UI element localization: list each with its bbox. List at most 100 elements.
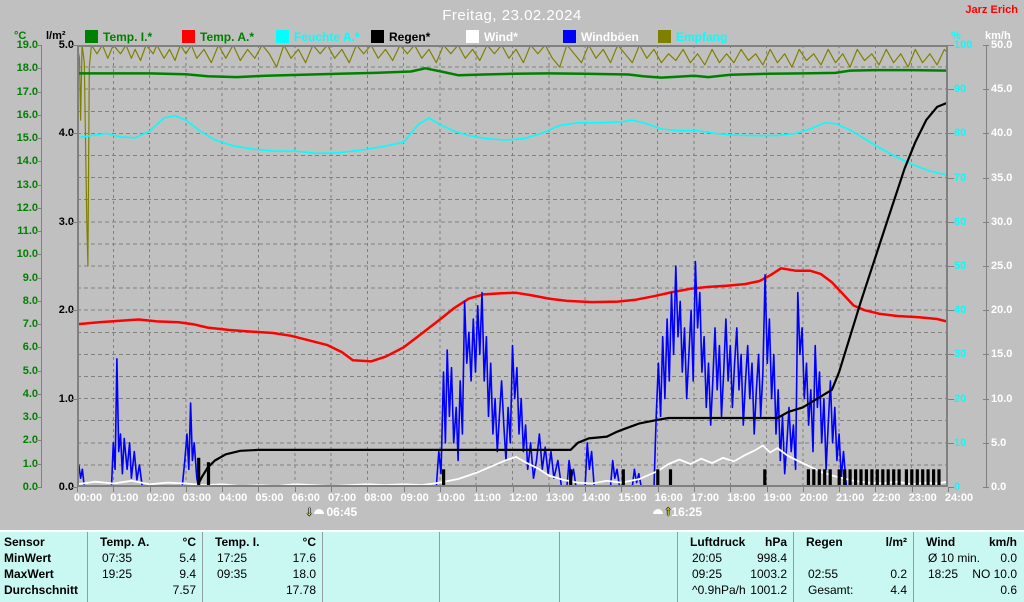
temp-axis-tick xyxy=(36,278,42,279)
table-row-label: Sensor xyxy=(4,535,45,549)
time-axis-tick xyxy=(77,487,78,492)
rain-event-bar xyxy=(892,469,895,487)
table-cell-value: 998.4 xyxy=(757,551,787,565)
time-axis-tick-label: 04:00 xyxy=(219,492,247,504)
temp-axis-tick xyxy=(36,371,42,372)
legend-label: Feuchte A.* xyxy=(294,30,360,44)
legend-item: Empfang xyxy=(658,29,753,43)
temp-axis-tick xyxy=(36,394,42,395)
rain-event-bar xyxy=(927,469,930,487)
time-axis-tick xyxy=(150,487,151,492)
wind-axis-tick-label: 20.0 xyxy=(991,304,1012,316)
table-column-unit: °C xyxy=(183,535,196,549)
time-axis-tick xyxy=(948,487,949,492)
time-axis-tick-label: 14:00 xyxy=(582,492,610,504)
temp-axis-tick-label: 8.0 xyxy=(0,295,38,307)
table-cell-time: Ø 10 min. xyxy=(928,551,980,565)
humidity-axis-tick xyxy=(948,89,954,90)
time-axis-tick-label: 02:00 xyxy=(147,492,175,504)
legend-swatch-temp-i- xyxy=(85,30,98,43)
wind-axis-tick xyxy=(983,266,989,267)
temp-axis-tick xyxy=(36,254,42,255)
rain-event-bar xyxy=(854,469,857,487)
page-title: Freitag, 23.02.2024 xyxy=(0,7,1024,24)
table-cell-time: 17:25 xyxy=(217,551,247,565)
temp-axis-tick xyxy=(36,45,42,46)
station-owner-name: Jarz Erich xyxy=(965,4,1018,16)
temp-axis-tick xyxy=(36,487,42,488)
time-axis-tick xyxy=(839,487,840,492)
time-axis-tick-label: 21:00 xyxy=(836,492,864,504)
temp-axis-tick xyxy=(36,301,42,302)
legend-label: Temp. I.* xyxy=(103,30,152,44)
table-cell-time: ^0.9hPa/h xyxy=(692,583,746,597)
wind-axis-tick-label: 15.0 xyxy=(991,348,1012,360)
temp-axis-tick-label: 15.0 xyxy=(0,132,38,144)
humidity-axis-tick xyxy=(948,310,954,311)
humidity-axis-tick-label: 80 xyxy=(954,127,966,139)
temp-axis-line xyxy=(41,45,42,487)
legend-item: Wind* xyxy=(466,29,561,43)
sunrise-arrow-icon: ↓ xyxy=(306,503,313,518)
temp-axis-tick xyxy=(36,185,42,186)
table-row-label: Durchschnitt xyxy=(4,583,78,597)
wind-axis-tick xyxy=(983,45,989,46)
table-cell-time: 09:35 xyxy=(217,567,247,581)
table-column-unit: °C xyxy=(303,535,316,549)
legend-item: Regen* xyxy=(371,29,466,43)
temp-axis-tick xyxy=(36,464,42,465)
time-axis-tick xyxy=(730,487,731,492)
time-axis-tick xyxy=(404,487,405,492)
legend-item: Feuchte A.* xyxy=(276,29,371,43)
weather-chart-screen: Freitag, 23.02.2024 Jarz Erich °C l/m² %… xyxy=(0,0,1024,600)
temp-axis-tick-label: 18.0 xyxy=(0,62,38,74)
table-cell-value: 4.4 xyxy=(890,583,907,597)
temp-axis-tick xyxy=(36,440,42,441)
rain-event-bar xyxy=(937,469,940,487)
legend-swatch-feuchte-a- xyxy=(276,30,289,43)
rain-event-bar xyxy=(905,469,908,487)
rain-event-bar xyxy=(859,469,862,487)
wind-axis-tick-label: 5.0 xyxy=(991,437,1006,449)
humidity-axis-tick-label: 50 xyxy=(954,260,966,272)
sunset-marker: ↑16:25 xyxy=(651,504,702,520)
time-axis-tick xyxy=(186,487,187,492)
temp-axis-tick xyxy=(36,161,42,162)
time-axis-tick xyxy=(875,487,876,492)
table-cell-value: 0.6 xyxy=(1000,583,1017,597)
sun-horizon-icon xyxy=(314,509,324,514)
humidity-axis-tick-label: 20 xyxy=(954,393,966,405)
time-axis-tick xyxy=(513,487,514,492)
temp-axis-tick-label: 2.0 xyxy=(0,434,38,446)
rain-event-bar xyxy=(932,469,935,487)
temp-axis-tick-label: 17.0 xyxy=(0,86,38,98)
humidity-axis-tick xyxy=(948,45,954,46)
rain-event-bar xyxy=(197,458,200,487)
temp-axis-tick-label: 13.0 xyxy=(0,179,38,191)
time-axis-tick-label: 08:00 xyxy=(364,492,392,504)
rain-event-bar xyxy=(916,469,919,487)
time-axis-tick xyxy=(440,487,441,492)
temp-axis-tick xyxy=(36,68,42,69)
time-axis-tick-label: 03:00 xyxy=(183,492,211,504)
rain-event-bar xyxy=(656,469,659,487)
rain-event-bar xyxy=(921,469,924,487)
humidity-axis-tick-label: 70 xyxy=(954,172,966,184)
sunset-time: 16:25 xyxy=(671,505,702,519)
wind-axis-tick-label: 25.0 xyxy=(991,260,1012,272)
humidity-axis-tick xyxy=(948,133,954,134)
temp-axis-tick-label: 9.0 xyxy=(0,272,38,284)
wind-axis-tick xyxy=(983,399,989,400)
table-cell-time: 20:05 xyxy=(692,551,722,565)
rain-event-bar xyxy=(807,469,810,487)
temp-axis-tick xyxy=(36,347,42,348)
table-cell-value: 1003.2 xyxy=(750,567,787,581)
time-axis-tick-label: 13:00 xyxy=(546,492,574,504)
time-axis-tick xyxy=(549,487,550,492)
rain-axis-tick xyxy=(71,399,77,400)
time-axis-tick xyxy=(767,487,768,492)
rain-event-bar xyxy=(829,469,832,487)
time-axis-tick xyxy=(621,487,622,492)
rain-event-bar xyxy=(876,469,879,487)
table-column-name: Temp. A. xyxy=(100,535,149,549)
